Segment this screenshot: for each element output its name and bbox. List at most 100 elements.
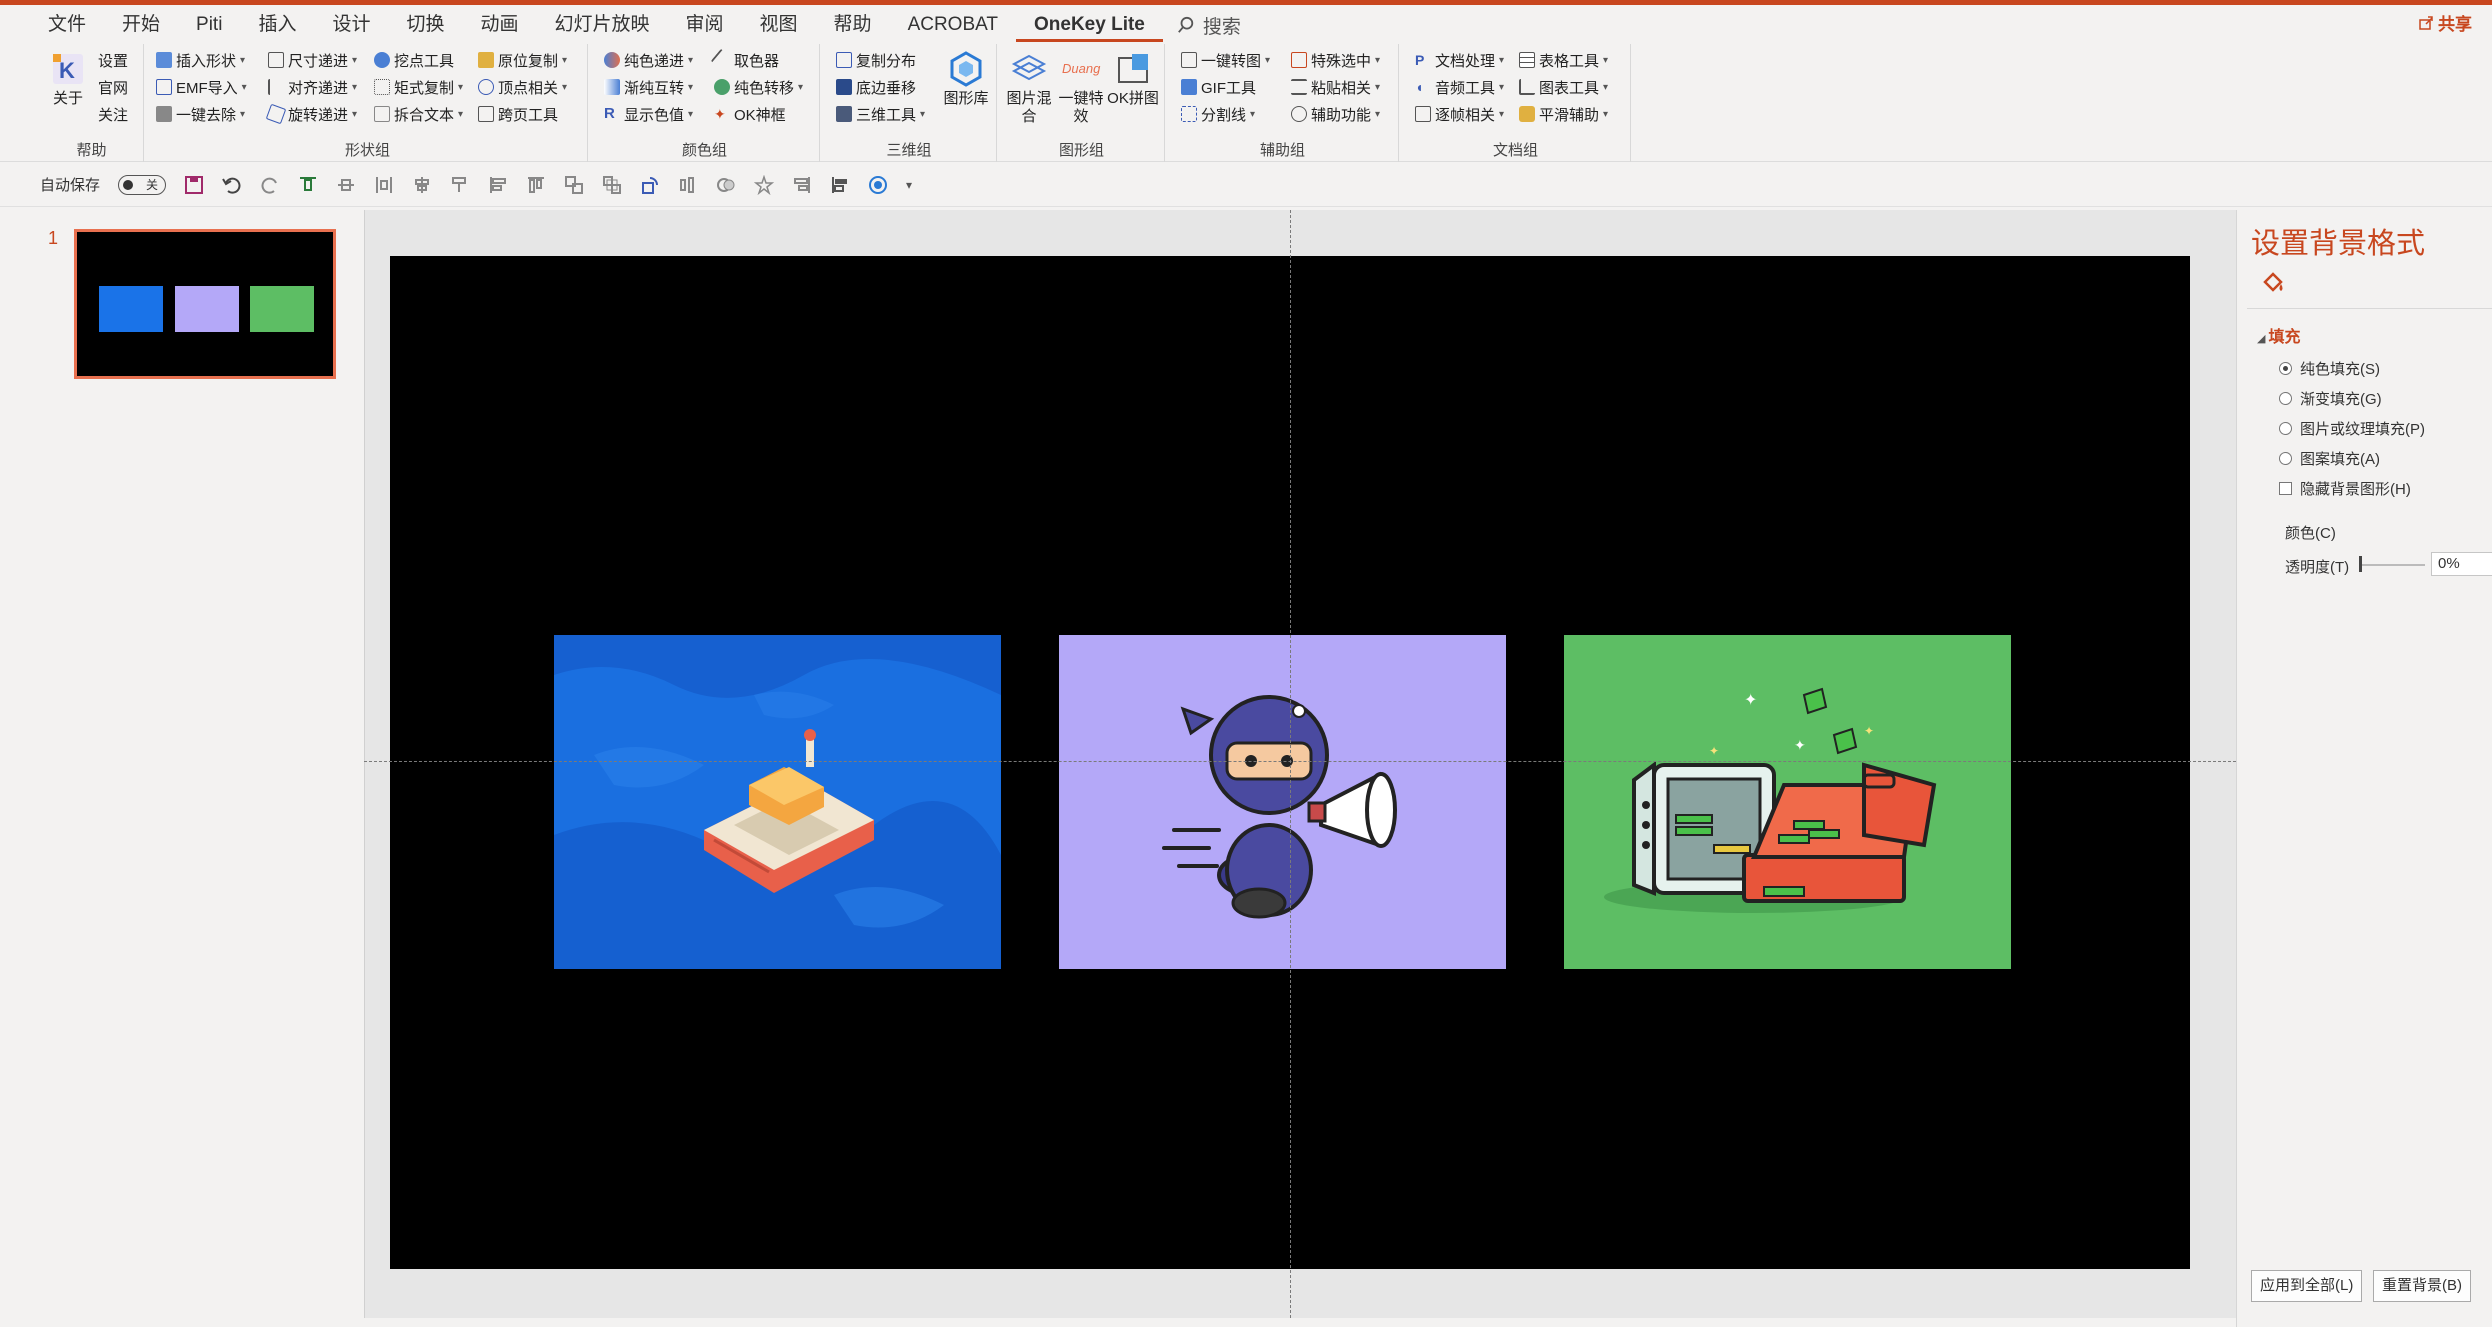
audio-tools-button[interactable]: ◖ 音频工具 ▾ xyxy=(1415,75,1504,99)
matrix-copy-button[interactable]: 矩式复制 ▾ xyxy=(374,75,463,99)
format-painter-icon[interactable] xyxy=(450,175,470,195)
slide-thumbnail[interactable] xyxy=(74,229,336,379)
star-icon[interactable] xyxy=(754,174,775,195)
distribute-vertical-icon[interactable] xyxy=(678,175,698,195)
website-button[interactable]: 官网 xyxy=(98,75,128,99)
align-top-icon[interactable] xyxy=(298,175,318,195)
horizontal-guide-line[interactable] xyxy=(364,761,2236,762)
solid-progressive-button[interactable]: 纯色递进 ▾ xyxy=(604,48,693,72)
gradient-fill-radio[interactable] xyxy=(2279,392,2292,405)
ninja-illustration-image[interactable] xyxy=(1059,635,1506,969)
align-right-icon[interactable] xyxy=(792,175,812,195)
solid-fill-radio[interactable] xyxy=(2279,362,2292,375)
menu-home[interactable]: 开始 xyxy=(104,8,178,42)
vertex-related-button[interactable]: 顶点相关 ▾ xyxy=(478,75,567,99)
picture-fill-option[interactable]: 图片或纹理填充(P) xyxy=(2279,418,2425,439)
menu-design[interactable]: 设计 xyxy=(314,8,388,42)
hide-background-checkbox[interactable] xyxy=(2279,482,2292,495)
search-box[interactable]: 搜索 xyxy=(1163,12,1241,39)
divider-line-button[interactable]: 分割线 ▾ xyxy=(1181,102,1255,126)
dig-point-button[interactable]: 挖点工具 xyxy=(374,48,454,72)
menu-onekey-lite[interactable]: OneKey Lite xyxy=(1016,8,1163,42)
assist-function-button[interactable]: 辅助功能 ▾ xyxy=(1291,102,1380,126)
pattern-fill-radio[interactable] xyxy=(2279,452,2292,465)
align-middle-icon[interactable] xyxy=(336,175,356,195)
special-select-button[interactable]: 特殊选中 ▾ xyxy=(1291,48,1380,72)
share-button[interactable]: 共享 xyxy=(2418,10,2472,35)
smooth-assist-button[interactable]: 平滑辅助 ▾ xyxy=(1519,102,1608,126)
table-tools-button[interactable]: 表格工具 ▾ xyxy=(1519,48,1608,72)
solid-transfer-button[interactable]: 纯色转移 ▾ xyxy=(714,75,803,99)
in-place-copy-button[interactable]: 原位复制 ▾ xyxy=(478,48,567,72)
menu-view[interactable]: 视图 xyxy=(742,8,816,42)
align-left-icon[interactable] xyxy=(488,175,508,195)
menu-slideshow[interactable]: 幻灯片放映 xyxy=(537,8,668,42)
transparency-slider-track[interactable] xyxy=(2359,564,2425,566)
menu-file[interactable]: 文件 xyxy=(30,8,104,42)
picture-fill-radio[interactable] xyxy=(2279,422,2292,435)
follow-button[interactable]: 关注 xyxy=(98,102,128,126)
chart-tools-button[interactable]: 图表工具 ▾ xyxy=(1519,75,1608,99)
frame-related-button[interactable]: 逐帧相关 ▾ xyxy=(1415,102,1504,126)
rotate-shape-icon[interactable] xyxy=(640,175,660,195)
about-button[interactable]: K 关于 xyxy=(40,50,96,108)
shape-union-icon[interactable] xyxy=(716,175,736,195)
menu-animations[interactable]: 动画 xyxy=(462,8,536,42)
transparency-slider-thumb[interactable] xyxy=(2359,556,2362,572)
money-safe-illustration-image[interactable]: ✦ ✦ ✦ ✦ xyxy=(1564,635,2011,969)
menu-insert[interactable]: 插入 xyxy=(240,8,314,42)
gradient-fill-option[interactable]: 渐变填充(G) xyxy=(2279,388,2382,409)
menu-help[interactable]: 帮助 xyxy=(816,8,890,42)
menu-acrobat[interactable]: ACROBAT xyxy=(890,8,1016,42)
rotate-progressive-button[interactable]: 旋转递进 ▾ xyxy=(265,102,357,126)
menu-transitions[interactable]: 切换 xyxy=(388,8,462,42)
apply-to-all-button[interactable]: 应用到全部(L) xyxy=(2251,1270,2363,1302)
shape-library-button[interactable]: 图形库 xyxy=(938,50,994,108)
align-progressive-button[interactable]: 对齐递进 ▾ xyxy=(268,75,357,99)
fill-section-header[interactable]: ◢ 填充 xyxy=(2257,323,2301,347)
ok-frame-button[interactable]: ✦ OK神框 xyxy=(714,102,786,126)
ungroup-icon[interactable] xyxy=(602,175,622,195)
distribute-horizontal-icon[interactable] xyxy=(374,175,394,195)
align-options-icon[interactable] xyxy=(830,175,850,195)
ok-puzzle-button[interactable]: OK拼图 xyxy=(1105,50,1161,108)
size-progressive-button[interactable]: 尺寸递进 ▾ xyxy=(268,48,357,72)
split-text-button[interactable]: 拆合文本 ▾ xyxy=(374,102,463,126)
image-blend-button[interactable]: 图片混合 xyxy=(1001,50,1057,126)
one-click-to-image-button[interactable]: 一键转图 ▾ xyxy=(1181,48,1270,72)
redo-icon[interactable] xyxy=(260,175,280,195)
gradient-solid-button[interactable]: 渐纯互转 ▾ xyxy=(604,75,693,99)
target-icon[interactable] xyxy=(868,175,888,195)
transparency-input[interactable]: 0% xyxy=(2431,552,2492,576)
boat-illustration-image[interactable] xyxy=(554,635,1001,969)
vertical-guide-line[interactable] xyxy=(1290,210,1291,1318)
save-icon[interactable] xyxy=(184,175,204,195)
doc-process-button[interactable]: P 文档处理 ▾ xyxy=(1415,48,1504,72)
group-icon[interactable] xyxy=(564,175,584,195)
align-top-edge-icon[interactable] xyxy=(526,175,546,195)
gif-tools-button[interactable]: GIF工具 xyxy=(1181,75,1256,99)
bottom-shift-button[interactable]: 底边垂移 xyxy=(836,75,916,99)
show-color-value-button[interactable]: R 显示色值 ▾ xyxy=(604,102,693,126)
insert-shape-button[interactable]: 插入形状 ▾ xyxy=(156,48,245,72)
one-click-effect-button[interactable]: Duang 一键特效 xyxy=(1053,50,1109,126)
color-picker-button[interactable]: 取色器 xyxy=(710,48,779,72)
pattern-fill-option[interactable]: 图案填充(A) xyxy=(2279,448,2380,469)
one-click-remove-button[interactable]: 一键去除 ▾ xyxy=(156,102,245,126)
solid-fill-option[interactable]: 纯色填充(S) xyxy=(2279,358,2380,379)
align-center-icon[interactable] xyxy=(412,175,432,195)
cross-page-button[interactable]: 跨页工具 xyxy=(478,102,558,126)
settings-button[interactable]: 设置 xyxy=(98,48,128,72)
autosave-toggle[interactable]: 关 xyxy=(118,174,167,195)
threed-tools-button[interactable]: 三维工具 ▾ xyxy=(836,102,925,126)
reset-background-button[interactable]: 重置背景(B) xyxy=(2373,1270,2471,1302)
copy-distribute-button[interactable]: 复制分布 xyxy=(836,48,916,72)
emf-import-button[interactable]: EMF导入 ▾ xyxy=(156,75,247,99)
hide-background-option[interactable]: 隐藏背景图形(H) xyxy=(2279,478,2411,499)
qat-more-icon[interactable]: ▾ xyxy=(906,178,912,192)
menu-piti[interactable]: Piti xyxy=(178,8,240,42)
menu-review[interactable]: 审阅 xyxy=(668,8,742,42)
paste-related-button[interactable]: 粘贴相关 ▾ xyxy=(1291,75,1380,99)
paint-bucket-icon[interactable] xyxy=(2259,268,2287,296)
undo-icon[interactable] xyxy=(222,175,242,195)
